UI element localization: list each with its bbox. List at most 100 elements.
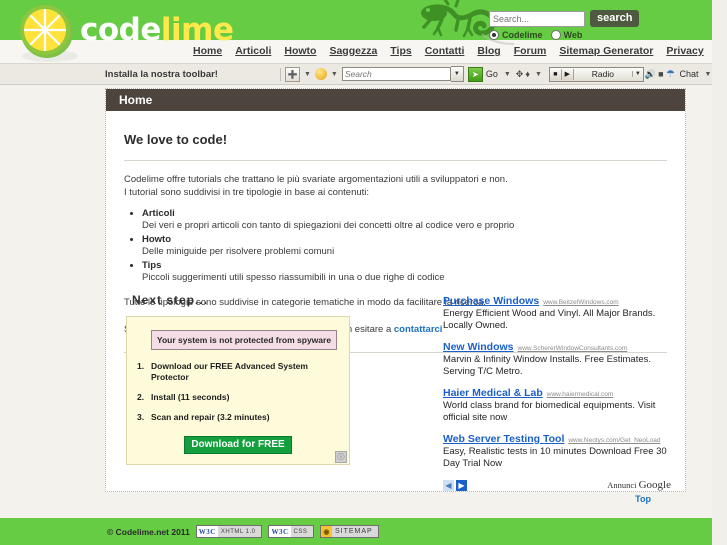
ad-url-3[interactable]: www.haiermedical.com [547, 391, 613, 398]
step-text-1: Download our FREE Advanced System Protec… [151, 361, 308, 382]
nav-item-saggezza[interactable]: Saggezza [329, 45, 377, 57]
nav-item-tips[interactable]: Tips [390, 45, 411, 57]
ads-brand-prefix: Annunci [607, 480, 639, 490]
ad-url-1[interactable]: www.BeitzelWindows.com [543, 299, 619, 306]
toolbar-radio-widget[interactable]: ■ ▶ Radio ▼ [548, 66, 644, 82]
ad-desc-4: Easy, Realistic tests in 10 minutes Down… [443, 446, 667, 469]
chat-globe-icon[interactable]: ☂ [665, 68, 677, 80]
type-name-articoli: Articoli [142, 208, 175, 219]
ad-item: Purchase Windows www.BeitzelWindows.com E… [443, 295, 671, 332]
toolbar-mute-icon[interactable]: ■ [658, 69, 663, 79]
promo-steps: 1. Download our FREE Advanced System Pro… [137, 361, 339, 423]
radio-dot-web[interactable] [550, 30, 561, 40]
badge-xhtml[interactable]: W3C XHTML 1.0 [195, 525, 263, 538]
badge-xhtml-label: XHTML 1.0 [220, 528, 256, 535]
toolbar-go-label[interactable]: Go [486, 69, 498, 79]
page-title: Home [106, 89, 685, 111]
ad-url-2[interactable]: www.SchererWindowConsultants.com [518, 345, 628, 352]
chevron-down-icon-1[interactable]: ▼ [304, 71, 311, 78]
radio-play-icon[interactable]: ▶ [561, 68, 574, 80]
toolbar-divider-1 [279, 67, 281, 81]
ad-desc-3: World class brand for biomedical equipme… [443, 400, 656, 423]
ads-prev-arrow-icon[interactable]: ◀ [443, 479, 454, 491]
step-number-2: 2. [137, 392, 145, 402]
radio-stop-icon[interactable]: ■ [549, 68, 562, 80]
w3c-logo-icon-2: W3C [269, 526, 291, 537]
nav-item-home[interactable]: Home [193, 45, 222, 57]
list-item: 2. Install (11 seconds) [137, 392, 339, 403]
badge-sitemap[interactable]: ◉ SITEMAP [320, 525, 379, 538]
chevron-down-icon-6[interactable]: ▼ [705, 71, 712, 78]
search-scope-web[interactable]: Web [550, 30, 582, 40]
badge-sitemap-label: SITEMAP [335, 528, 373, 535]
intro-line-2: I tutorial sono suddivisi in tre tipolog… [124, 187, 370, 198]
chevron-down-icon-4[interactable]: ▼ [535, 71, 542, 78]
search-scope-group: Codelime Web [489, 30, 639, 40]
back-to-top-link[interactable]: Top [635, 494, 651, 504]
ad-title-1[interactable]: Purchase Windows [443, 295, 539, 307]
sitemap-icon: ◉ [321, 526, 332, 537]
list-item: 1. Download our FREE Advanced System Pro… [137, 361, 339, 383]
toolbar-go-icon[interactable]: ➤ [467, 66, 483, 82]
ad-url-4[interactable]: www.Neotys.com/Get_NeoLoad [568, 437, 660, 444]
list-item: 3. Scan and repair (3.2 minutes) [137, 412, 339, 423]
search-scope-site[interactable]: Codelime [489, 30, 543, 40]
ads-next-arrow-icon[interactable]: ▶ [456, 479, 467, 491]
ads-brand: Annunci Google [607, 479, 671, 491]
google-ads-column: Purchase Windows www.BeitzelWindows.com E… [443, 293, 671, 504]
info-icon[interactable]: ⓘ [335, 451, 347, 463]
nav-item-sitemap-generator[interactable]: Sitemap Generator [559, 45, 653, 57]
lime-logo-icon [14, 2, 84, 64]
promo-ad-box[interactable]: Your system is not protected from spywar… [126, 316, 350, 465]
search-button[interactable]: search [590, 10, 640, 27]
toolbar-search-dropdown-icon[interactable]: ▼ [450, 66, 464, 82]
ad-item: Web Server Testing Tool www.Neotys.com/Ge… [443, 433, 671, 470]
lower-region: Next step... Your system is not protecte… [120, 293, 673, 504]
toolbar-chat-label[interactable]: Chat [680, 69, 699, 79]
toolbar-search-input[interactable] [341, 67, 451, 81]
ad-title-3[interactable]: Haier Medical & Lab [443, 387, 543, 399]
main-nav: Home Articoli Howto Saggezza Tips Contat… [193, 45, 704, 57]
search-input[interactable] [489, 10, 585, 27]
content-heading: We love to code! [124, 132, 228, 147]
site-search-row: search [489, 10, 640, 27]
toolbar-controls: ➕ ▼ ▼ ▼ ➤ Go ▼ ✥ ♦ ▼ ■ ▶ Radio ▼ 🔊 ■ ☂ C… [276, 66, 727, 82]
chevron-down-icon-5[interactable]: ▼ [631, 71, 643, 77]
nav-item-articoli[interactable]: Articoli [235, 45, 271, 57]
ad-desc-2: Marvin & Infinity Window Installs. Free … [443, 354, 652, 377]
toolbar-install-label: Installa la nostra toolbar! [105, 68, 218, 80]
site-search: search Codelime Web [489, 10, 640, 40]
wordmark-code: code [80, 12, 161, 48]
ad-item: New Windows www.SchererWindowConsultants.… [443, 341, 671, 378]
toolbar-radio-label[interactable]: Radio [574, 69, 632, 79]
chevron-down-icon-3[interactable]: ▼ [504, 71, 511, 78]
step-number-1: 1. [137, 361, 145, 371]
nav-item-contatti[interactable]: Contatti [425, 45, 465, 57]
toolbar-add-icon[interactable]: ➕ [284, 66, 300, 82]
promo-column: Next step... Your system is not protecte… [120, 293, 370, 504]
toolbar-shield-icon[interactable]: ♦ [525, 69, 530, 79]
nav-item-forum[interactable]: Forum [514, 45, 547, 57]
step-text-3: Scan and repair (3.2 minutes) [151, 412, 270, 422]
chevron-down-icon-2[interactable]: ▼ [331, 71, 338, 78]
ad-item: Haier Medical & Lab www.haiermedical.com … [443, 387, 671, 424]
ad-title-4[interactable]: Web Server Testing Tool [443, 433, 564, 445]
ads-brand-name: Google [638, 479, 671, 491]
search-scope-site-label: Codelime [502, 30, 543, 40]
scrollbar-track[interactable] [712, 0, 727, 545]
top-link-wrap: Top [443, 494, 671, 504]
toolbar-arrows-icon[interactable]: ✥ [516, 69, 524, 80]
radio-dot-site[interactable] [489, 30, 499, 40]
download-free-button[interactable]: Download for FREE [184, 436, 292, 454]
toolbar-orb-icon[interactable] [314, 68, 327, 80]
promo-heading: Next step... [132, 293, 209, 307]
ad-title-2[interactable]: New Windows [443, 341, 514, 353]
heading-divider [124, 160, 667, 161]
nav-item-privacy[interactable]: Privacy [666, 45, 703, 57]
w3c-logo-icon-1: W3C [196, 526, 218, 537]
badge-css[interactable]: W3C CSS [268, 525, 315, 538]
nav-item-blog[interactable]: Blog [477, 45, 500, 57]
toolbar-volume-icon[interactable]: 🔊 [645, 69, 656, 80]
nav-item-howto[interactable]: Howto [284, 45, 316, 57]
list-item: Howto Delle miniguide per risolvere prob… [142, 234, 671, 257]
